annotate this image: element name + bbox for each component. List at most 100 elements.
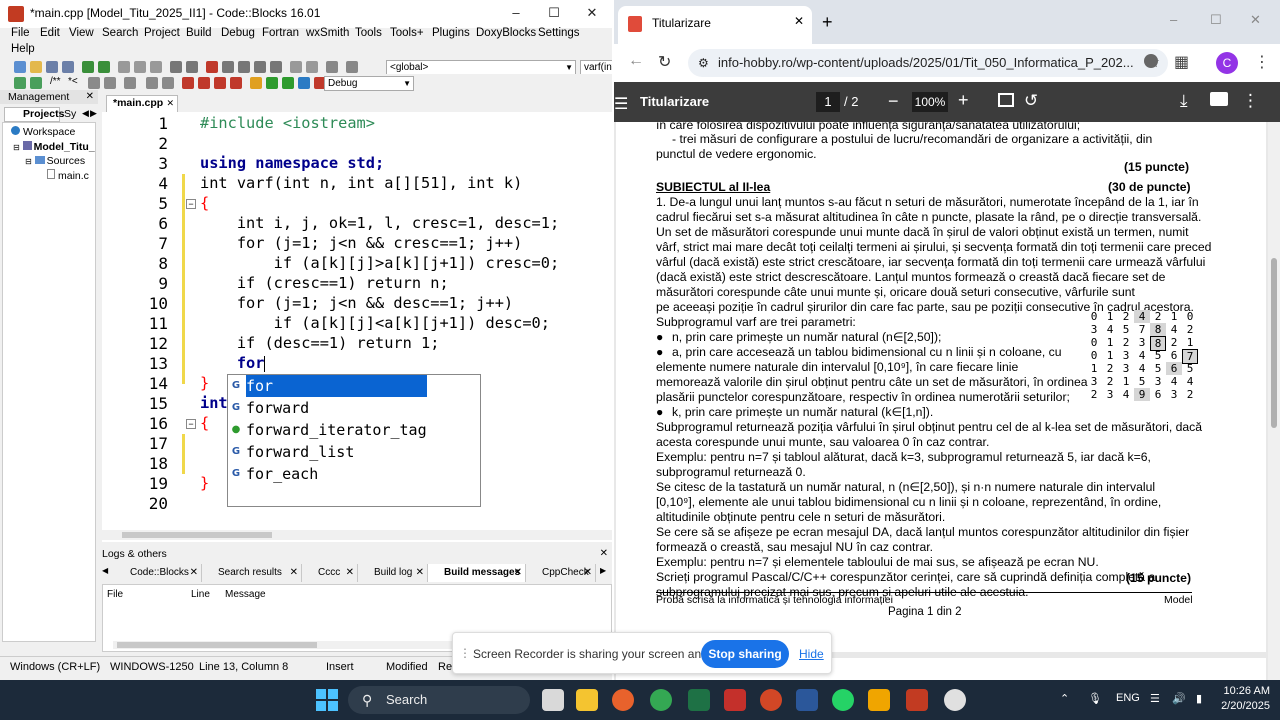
firefox-icon[interactable] (612, 689, 634, 711)
extensions-puzzle-icon[interactable]: ▦ (1174, 52, 1189, 72)
column-header-file[interactable]: File (107, 589, 123, 600)
bookmark-next-icon[interactable] (214, 77, 226, 89)
horizontal-scrollbar[interactable] (102, 530, 612, 540)
fit-page-icon[interactable] (998, 93, 1014, 107)
debug-icon[interactable] (206, 61, 218, 73)
close-icon[interactable]: ✕ (1250, 12, 1261, 28)
menu-build[interactable]: Build (186, 27, 212, 39)
menu-search[interactable]: Search (102, 27, 138, 39)
taskbar-search[interactable]: ⚲ Search (348, 686, 530, 714)
browser-tab[interactable]: Titularizare ✕ (618, 6, 812, 44)
tree-item-workspace[interactable]: Workspace (11, 126, 75, 138)
scrollbar-thumb[interactable] (122, 532, 272, 538)
minimize-icon[interactable]: – (1170, 12, 1177, 27)
menu-wxsmith[interactable]: wxSmith (306, 27, 349, 39)
close-icon[interactable]: ✕ (166, 96, 174, 111)
new-file-icon[interactable] (14, 61, 26, 73)
close-icon[interactable]: ✕ (290, 564, 298, 582)
bookmark-prev-icon[interactable] (198, 77, 210, 89)
autocomplete-item[interactable]: Gfor (228, 375, 480, 397)
microphone-icon[interactable]: 🎙 (1088, 692, 1102, 705)
menu-debug[interactable]: Debug (221, 27, 255, 39)
comment-icon[interactable]: /** (50, 76, 61, 87)
task-view-icon[interactable] (542, 689, 564, 711)
save-icon[interactable] (46, 61, 58, 73)
redo-icon[interactable] (98, 61, 110, 73)
close-icon[interactable]: ✕ (794, 14, 804, 28)
next-instruction-icon[interactable] (270, 61, 282, 73)
print-icon[interactable] (1210, 92, 1228, 106)
clock[interactable]: 10:26 AM 2/20/2025 (1221, 684, 1270, 714)
pdf-viewport[interactable]: în care folosirea dispozitivului poate i… (614, 122, 1280, 680)
menu-tools[interactable]: Tools (355, 27, 382, 39)
app-icon[interactable] (868, 689, 890, 711)
start-windows-icon[interactable] (316, 689, 338, 711)
tab-build-log[interactable]: Build log ✕ (358, 564, 428, 582)
paste-icon[interactable] (150, 61, 162, 73)
autocomplete-item[interactable]: Gforward_list (228, 441, 480, 463)
hide-link[interactable]: Hide (799, 647, 824, 661)
build-run-icon[interactable] (282, 77, 294, 89)
maximize-icon[interactable]: ☐ (1210, 12, 1222, 28)
tab-build-messages[interactable]: Build messages ✕ (428, 564, 526, 582)
pause-icon[interactable] (290, 61, 302, 73)
collapse-icon[interactable]: ⊟ (13, 143, 20, 152)
menu-file[interactable]: File (11, 27, 30, 39)
download-icon[interactable]: ⤓ (1180, 91, 1188, 111)
open-file-icon[interactable] (30, 61, 42, 73)
close-icon[interactable]: ✕ (416, 564, 424, 582)
column-header-message[interactable]: Message (225, 589, 266, 600)
close-icon[interactable]: ✕ (346, 564, 354, 582)
drag-handle-icon[interactable]: ⋮ (459, 646, 471, 660)
settings-icon[interactable] (124, 77, 136, 89)
battery-icon[interactable]: ▮ (1196, 692, 1202, 705)
file-explorer-icon[interactable] (576, 689, 598, 711)
tab-codeblocks-log[interactable]: Code::Blocks ✕ (114, 564, 202, 582)
tree-item-main-cpp[interactable]: main.c (47, 169, 89, 182)
build-icon[interactable] (250, 77, 262, 89)
bookmark-icon[interactable] (182, 77, 194, 89)
profile-avatar[interactable]: C (1216, 52, 1238, 74)
site-settings-icon[interactable]: ⚙ (698, 49, 709, 77)
reload-icon[interactable]: ↻ (658, 52, 671, 72)
menu-help[interactable]: Help (11, 43, 35, 55)
zoom-in-icon[interactable]: + (958, 90, 969, 111)
step-into-icon[interactable] (238, 61, 250, 73)
autocomplete-item[interactable]: ● forward_iterator_tag (228, 419, 480, 441)
scrollbar-thumb[interactable] (117, 642, 317, 648)
address-bar[interactable]: ⚙ info-hobby.ro/wp-content/uploads/2025/… (688, 49, 1168, 77)
doxy-icon[interactable] (14, 77, 26, 89)
collapse-icon[interactable]: ⊟ (25, 157, 32, 166)
step-icon[interactable] (222, 61, 234, 73)
whatsapp-icon[interactable] (832, 689, 854, 711)
debug-windows-icon[interactable] (326, 61, 338, 73)
menu-doxyblocks[interactable]: DoxyBlocks (476, 27, 536, 39)
excel-icon[interactable] (688, 689, 710, 711)
volume-icon[interactable]: 🔊 (1172, 692, 1186, 705)
rotate-icon[interactable]: ↺ (1024, 91, 1038, 111)
chevron-right-icon[interactable]: ▶ (90, 108, 97, 119)
chevron-right-icon[interactable]: ▶ (600, 566, 606, 575)
close-icon[interactable]: ✕ (86, 90, 94, 104)
copy-icon[interactable] (134, 61, 146, 73)
language-indicator[interactable]: ENG (1116, 692, 1140, 704)
cut-icon[interactable] (118, 61, 130, 73)
menu-fortran[interactable]: Fortran (262, 27, 299, 39)
tray-overflow-icon[interactable]: ⌃ (1060, 692, 1069, 705)
tab-cccc[interactable]: Cccc ✕ (302, 564, 358, 582)
doxy-run-icon[interactable] (30, 77, 42, 89)
maximize-icon[interactable]: ☐ (536, 2, 572, 24)
menu-kebab-icon[interactable]: ⋮ (1254, 52, 1270, 72)
codeblocks-taskbar-icon[interactable] (906, 689, 928, 711)
comment-line-icon[interactable]: *< (68, 76, 78, 87)
recorder-taskbar-icon[interactable] (944, 689, 966, 711)
tab-projects[interactable]: Projects (4, 107, 64, 122)
scrollbar-thumb[interactable] (1271, 258, 1277, 428)
tree-item-sources[interactable]: ⊟ Sources (25, 155, 85, 167)
rebuild-icon[interactable] (298, 77, 310, 89)
bookmark-clear-icon[interactable] (230, 77, 242, 89)
scope-combo[interactable]: <global> ▼ (386, 60, 576, 75)
hamburger-icon[interactable]: ☰ (614, 94, 628, 114)
tab-cppcheck[interactable]: CppCheck ✕ (526, 564, 596, 582)
fold-toggle-icon[interactable]: − (186, 419, 196, 429)
